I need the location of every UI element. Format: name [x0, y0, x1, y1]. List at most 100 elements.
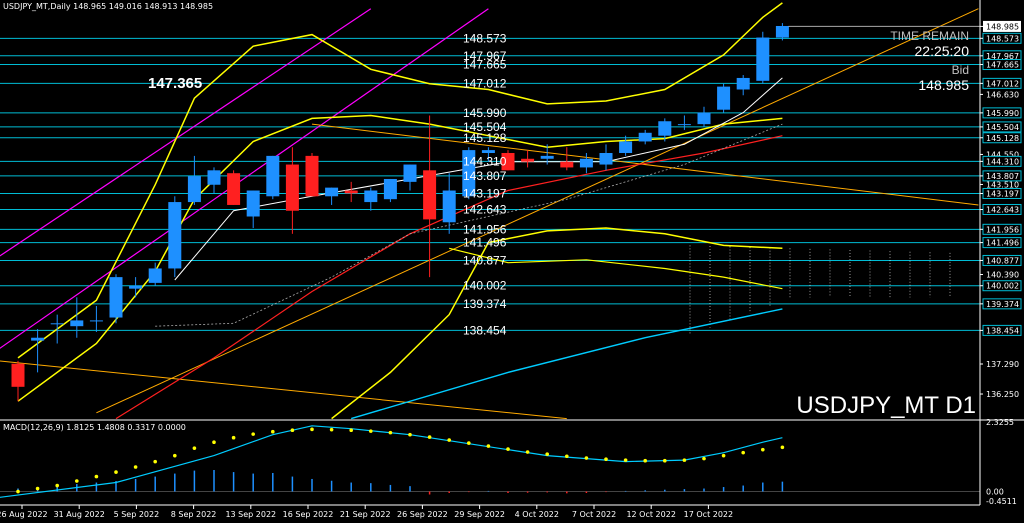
bollinger-mid — [17, 114, 783, 402]
y-tick-label-14: 142.643 — [986, 205, 1019, 214]
x-tick-label-10: 7 Oct 2022 — [572, 510, 616, 519]
y-tick-label-17: 140.877 — [986, 256, 1019, 265]
macd-signal-dot-1 — [35, 486, 40, 491]
candle-body-15 — [305, 155, 319, 197]
candle-body-9 — [187, 176, 201, 203]
candle-body-1 — [31, 337, 45, 341]
macd-signal-dot-19 — [388, 430, 393, 435]
candle-body-19 — [383, 178, 397, 200]
bid-label: Bid — [952, 63, 969, 77]
y-tick-label-1: 148.573 — [986, 34, 1019, 43]
candle-body-37 — [736, 77, 750, 90]
y-tick-label-22: 137.290 — [986, 360, 1019, 369]
candle-body-31 — [619, 141, 633, 153]
y-tick-label-23: 136.250 — [986, 390, 1019, 399]
macd-signal-dot-6 — [133, 465, 138, 469]
x-tick-label-5: 16 Sep 2022 — [283, 510, 334, 519]
x-tick-label-9: 4 Oct 2022 — [515, 510, 559, 519]
level-label-7: 144.310 — [463, 154, 507, 168]
y-tick-label-3: 147.665 — [986, 61, 1019, 70]
candle-body-10 — [207, 170, 221, 185]
macd-signal-dot-38 — [761, 447, 765, 452]
macd-signal-dot-25 — [506, 447, 510, 451]
macd-tick-label-2: -0.4511 — [986, 497, 1017, 506]
candle-body-17 — [344, 190, 358, 194]
macd-signal-dot-20 — [408, 432, 412, 437]
macd-tick-label-1: 0.00 — [986, 488, 1004, 497]
macd-signal-dot-36 — [721, 453, 726, 458]
x-tick-label-2: 5 Sep 2022 — [114, 510, 160, 519]
y-tick-label-20: 139.374 — [986, 300, 1019, 309]
level-label-9: 143.197 — [463, 186, 507, 200]
macd-signal-dot-23 — [467, 441, 471, 445]
macd-signal-dot-9 — [192, 446, 197, 450]
macd-signal-dot-7 — [153, 459, 157, 464]
y-tick-label-21: 138.454 — [986, 326, 1019, 335]
macd-signal-dot-15 — [310, 427, 314, 432]
x-tick-label-7: 26 Sep 2022 — [397, 510, 448, 519]
candle-body-26 — [521, 158, 535, 162]
x-tick-label-12: 17 Oct 2022 — [684, 510, 733, 519]
candle-body-2 — [50, 323, 64, 325]
candle-body-4 — [89, 320, 103, 322]
candle-body-35 — [697, 112, 711, 125]
macd-signal-dot-27 — [545, 452, 549, 456]
candle-body-30 — [599, 152, 613, 165]
level-label-6: 145.128 — [463, 131, 507, 145]
candle-body-11 — [227, 173, 241, 205]
level-label-12: 141.496 — [463, 236, 507, 250]
x-tick-label-6: 21 Sep 2022 — [340, 510, 391, 519]
macd-signal-dot-16 — [329, 427, 334, 432]
candle-body-22 — [442, 190, 456, 223]
y-tick-label-10: 144.310 — [986, 157, 1019, 166]
y-tick-label-16: 141.496 — [986, 239, 1019, 248]
level-label-11: 141.956 — [463, 222, 507, 236]
macd-signal-dot-13 — [271, 429, 275, 434]
macd-signal-dot-8 — [173, 453, 177, 458]
x-axis: 26 Aug 2022 31 Aug 2022 5 Sep 2022 8 Sep 20… — [0, 505, 733, 519]
candle-body-29 — [579, 158, 593, 168]
macd-signal-dot-17 — [349, 428, 354, 433]
candle-body-16 — [325, 187, 339, 197]
x-tick-label-4: 13 Sep 2022 — [225, 510, 276, 519]
y-tick-label-19: 140.002 — [986, 282, 1019, 291]
macd-signal-dot-14 — [290, 428, 295, 433]
macd-signal-dot-30 — [604, 457, 608, 462]
candle-body-13 — [266, 155, 280, 197]
macd-signal-dot-26 — [525, 450, 530, 454]
candle-body-18 — [364, 190, 378, 203]
level-label-2: 147.665 — [463, 58, 507, 72]
macd-signal-dot-34 — [682, 458, 687, 462]
macd-tick-label-0: 2.3255 — [986, 418, 1014, 427]
chart-header: USDJPY_MT,Daily 148.965 149.016 148.913 … — [3, 2, 213, 11]
candle-body-39 — [775, 25, 789, 38]
candle-body-27 — [540, 155, 554, 159]
level-label-14: 140.002 — [463, 279, 507, 293]
cyan-long-ma — [351, 308, 783, 420]
candle-body-33 — [658, 121, 672, 136]
macd-signal-dot-24 — [486, 444, 491, 448]
macd-signal-dot-35 — [702, 456, 706, 461]
price-chart: 148.573147.967147.665147.012145.990145.5… — [0, 0, 1024, 519]
macd-signal-dot-12 — [251, 432, 255, 436]
candle-body-36 — [717, 86, 731, 110]
peak-label: 147.365 — [148, 75, 202, 92]
macd-signal-dot-2 — [55, 483, 59, 488]
macd-signal-dot-22 — [447, 438, 452, 442]
y-tick-label-7: 145.504 — [986, 123, 1019, 132]
orange-trend-low — [0, 360, 567, 420]
x-tick-label-1: 31 Aug 2022 — [54, 510, 105, 519]
x-tick-label-3: 8 Sep 2022 — [171, 510, 217, 519]
price-tag-label: 148.985 — [986, 22, 1019, 31]
candle-body-32 — [638, 132, 652, 142]
candle-body-5 — [109, 277, 123, 318]
y-tick-label-18: 140.390 — [986, 271, 1019, 280]
level-label-13: 140.877 — [463, 253, 507, 267]
candle-body-3 — [70, 320, 84, 327]
macd-signal-dot-37 — [741, 450, 745, 455]
y-tick-label-15: 141.956 — [986, 225, 1019, 234]
macd-signal-dot-18 — [369, 429, 373, 433]
macd-signal-dot-29 — [584, 456, 589, 460]
candle-body-38 — [756, 37, 770, 81]
macd-signal-dot-10 — [212, 440, 216, 444]
